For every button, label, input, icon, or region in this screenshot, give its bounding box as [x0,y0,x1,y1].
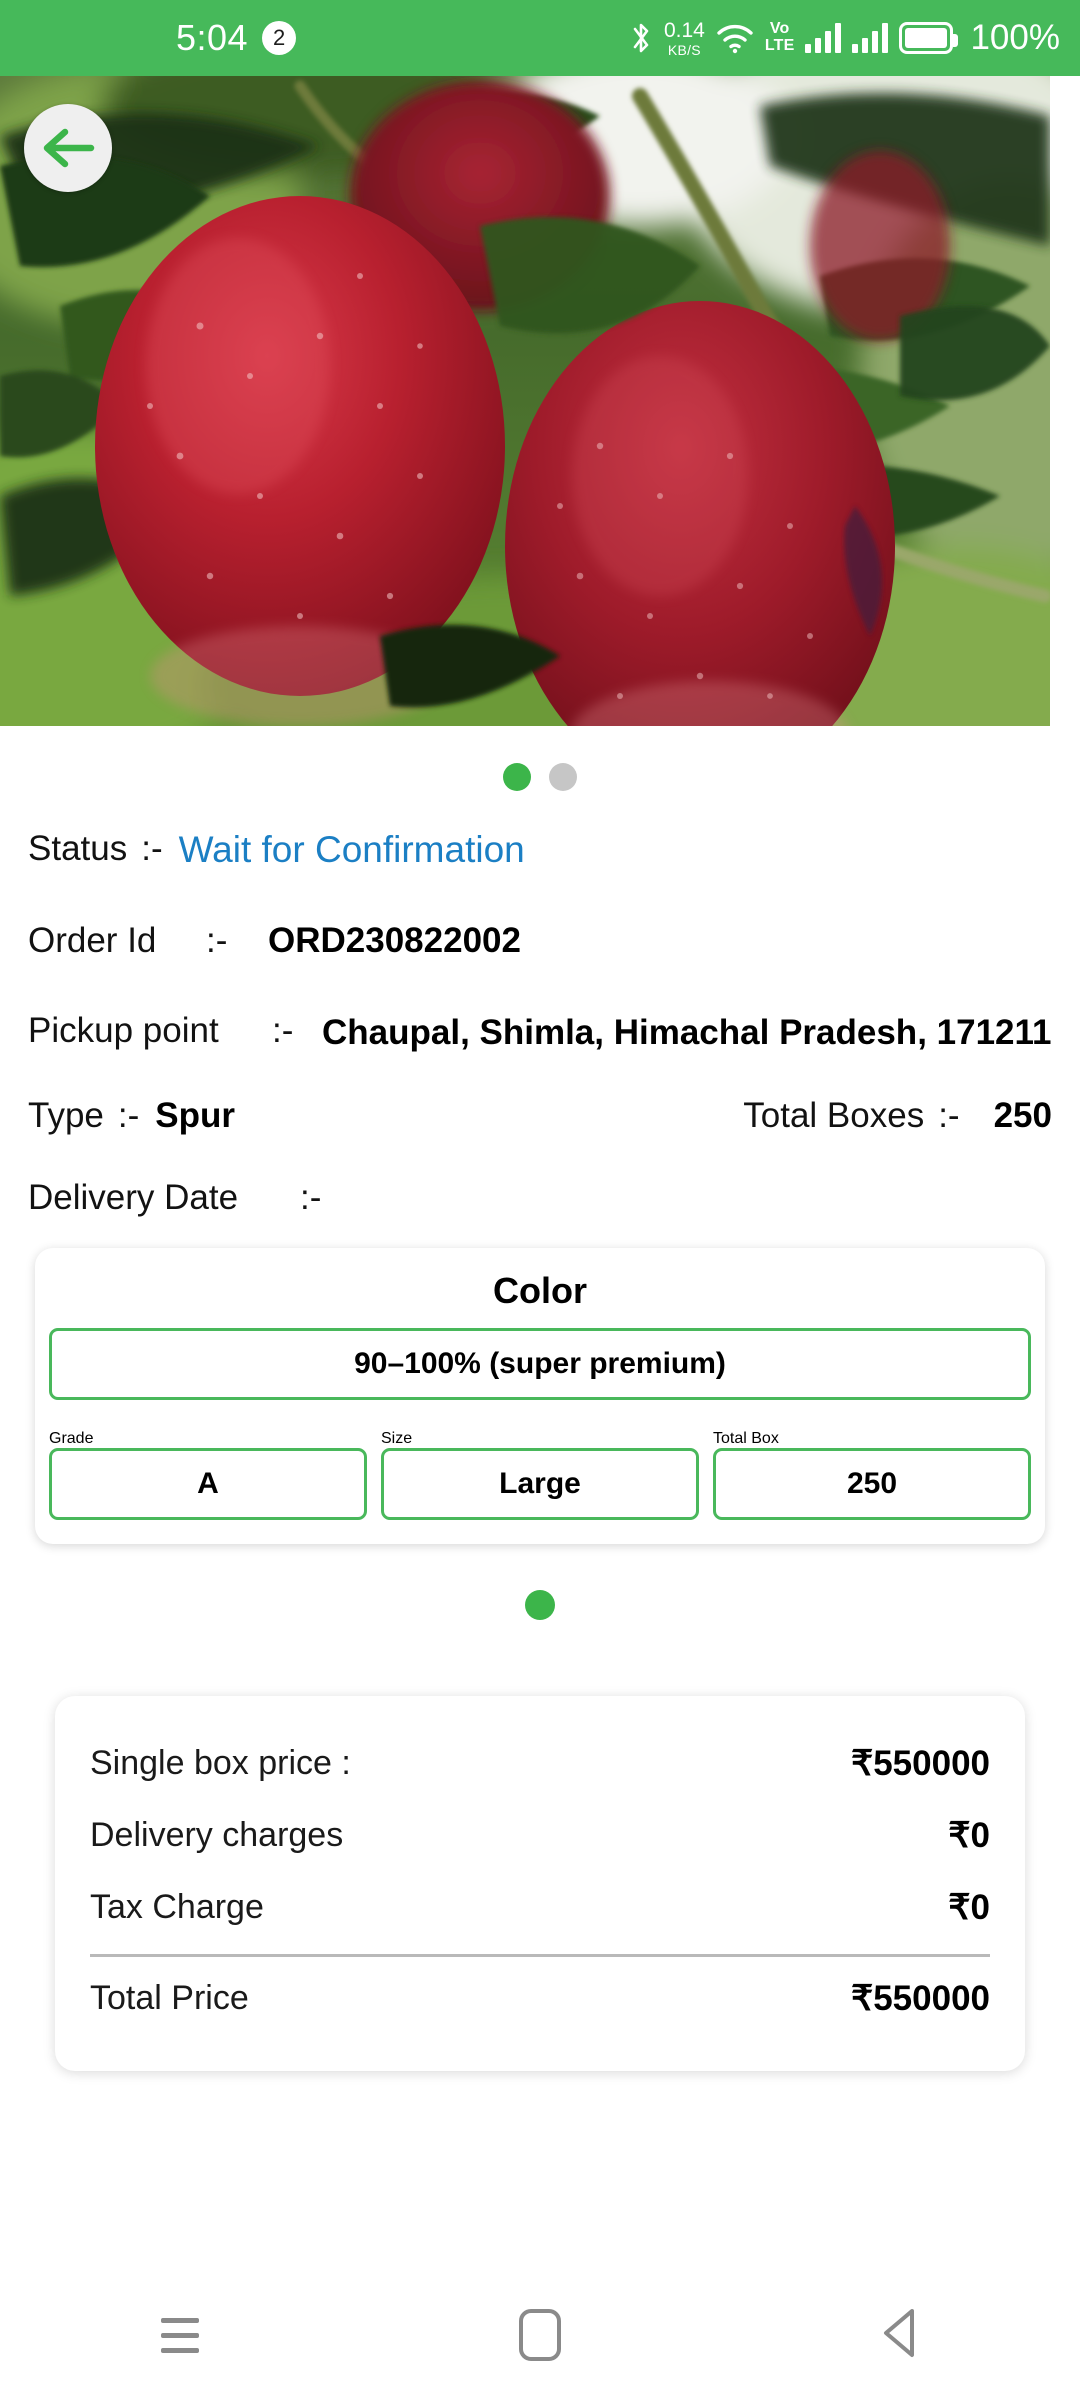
type-value: Spur [155,1095,236,1135]
status-bar-left: 5:04 2 [176,17,297,59]
status-row: Status :- Wait for Confirmation [28,829,1052,871]
total-price-label: Total Price [90,1979,249,2018]
grade-header: Grade [49,1429,94,1447]
home-icon [519,2309,561,2361]
home-button[interactable] [460,2285,620,2385]
order-id-label: Order Id [28,921,157,960]
status-value: Wait for Confirmation [178,829,525,870]
back-arrow-icon[interactable] [24,104,112,192]
total-boxes-separator: :- [938,1095,960,1135]
network-speed-unit: KB/S [667,41,701,58]
pickup-point-value: Chaupal, Shimla, Himachal Pradesh, 17121… [322,1013,1052,1052]
android-navigation-bar [0,2270,1080,2400]
battery-percent: 100% [970,18,1060,57]
recents-icon [161,2317,199,2353]
notification-count-badge: 2 [262,21,297,55]
order-id-value: ORD230822002 [268,921,521,960]
network-speed-indicator: 0.14 KB/S [664,20,705,57]
type-separator: :- [117,1095,140,1135]
carousel-dot-active[interactable] [503,763,531,791]
volte-line-1: Vo [769,20,790,38]
price-row-single-box: Single box price : ₹550000 [90,1728,990,1800]
pickup-point-separator: :- [272,1011,294,1050]
pickup-point-label: Pickup point [28,1011,219,1050]
type-label: Type [28,1095,104,1135]
delivery-charges-label: Delivery charges [90,1816,344,1855]
delivery-charges-value: ₹0 [948,1815,990,1855]
signal-bars-sim2 [852,23,889,53]
color-header: Color [493,1269,587,1311]
single-box-price-label: Single box price : [90,1744,351,1783]
tax-charge-label: Tax Charge [90,1888,264,1927]
wifi-icon [716,21,754,55]
total-boxes-value: 250 [993,1095,1052,1135]
carousel-dots[interactable] [0,763,1080,791]
bluetooth-icon [629,21,653,55]
grade-pager-dot-active[interactable] [525,1589,555,1620]
pickup-point-row: Pickup point :- Chaupal, Shimla, Himacha… [28,1011,1052,1056]
network-speed-value: 0.14 [663,18,705,42]
back-triangle-icon [878,2307,922,2364]
price-row-total: Total Price ₹550000 [90,1963,990,2035]
back-button[interactable] [820,2285,980,2385]
delivery-date-row: Delivery Date :- [28,1178,1052,1218]
price-divider [90,1953,990,1957]
status-time: 5:04 [176,17,249,58]
type-and-boxes-row: Type :- Spur Total Boxes :- 250 [28,1096,1052,1136]
signal-bars-sim1 [805,23,842,53]
total-price-value: ₹550000 [850,1978,990,2018]
single-box-price-value: ₹550000 [850,1743,990,1783]
delivery-date-label: Delivery Date [28,1177,239,1217]
total-box-header: Total Box [713,1429,779,1447]
grade-card-pager-dots[interactable] [0,1589,1080,1620]
apple-photo [0,76,1050,726]
order-id-separator: :- [206,921,228,960]
grade-detail-card: Color 90–100% (super premium) Grade Size… [35,1247,1045,1544]
volte-line-2: LTE [764,37,795,54]
carousel-dot-inactive[interactable] [549,763,577,791]
grade-column-values: A Large 250 [49,1447,1031,1520]
status-label: Status [28,829,128,868]
total-box-value-box[interactable]: 250 [713,1447,1031,1520]
price-row-tax-charge: Tax Charge ₹0 [90,1872,990,1944]
status-bar-right: 0.14 KB/S Vo LTE 100% [629,18,1060,58]
total-boxes-label: Total Boxes [743,1095,925,1135]
product-image-carousel[interactable] [0,76,1050,726]
grade-column-headers: Grade Size Total Box [49,1430,1031,1448]
price-row-delivery-charges: Delivery charges ₹0 [90,1800,990,1872]
color-value-box[interactable]: 90–100% (super premium) [49,1327,1031,1400]
delivery-date-separator: :- [300,1177,322,1217]
order-info-section: Status :- Wait for Confirmation Order Id… [0,829,1080,1218]
volte-icon: Vo LTE [764,20,795,55]
tax-charge-value: ₹0 [948,1887,990,1927]
size-value-box[interactable]: Large [381,1447,699,1520]
recents-button[interactable] [100,2285,260,2385]
price-summary-card: Single box price : ₹550000 Delivery char… [55,1695,1025,2071]
grade-value-box[interactable]: A [49,1447,367,1520]
size-header: Size [381,1429,413,1447]
status-separator: :- [141,829,163,868]
battery-icon [899,22,959,54]
status-bar: 5:04 2 0.14 KB/S Vo LTE 100% [0,0,1080,76]
order-id-row: Order Id :- ORD230822002 [28,921,1052,961]
